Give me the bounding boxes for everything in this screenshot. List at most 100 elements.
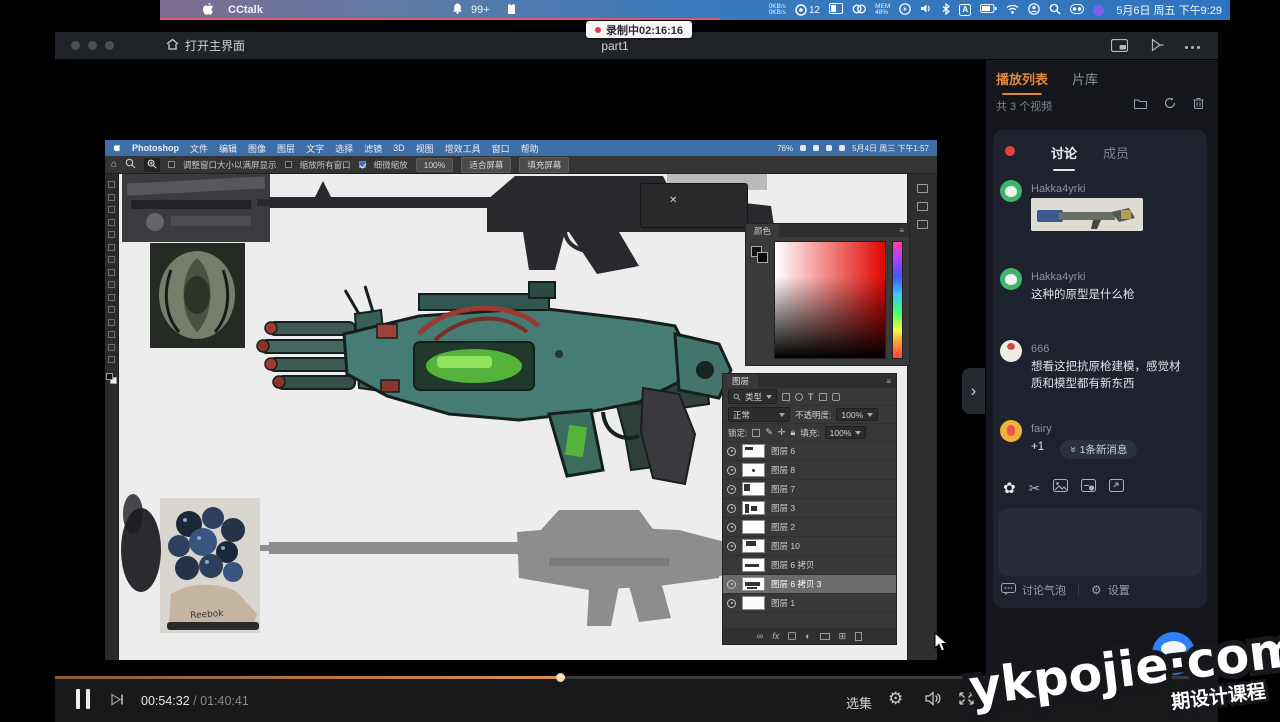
layer-row[interactable]: 图层 6 [723, 442, 896, 461]
control-center-icon[interactable] [1070, 4, 1084, 17]
menubar-datetime[interactable]: 5月6日 周五 下午9:29 [1116, 2, 1222, 18]
folder-icon[interactable] [1134, 96, 1147, 114]
new-message-badge[interactable]: » 1条新消息 [1060, 440, 1137, 459]
avatar[interactable] [1000, 268, 1022, 290]
filter-type-icon[interactable]: T [808, 392, 814, 402]
episodes-button[interactable]: 选集 [846, 693, 872, 712]
blend-mode-dropdown[interactable]: 正常 [728, 407, 790, 422]
swift-app-icon[interactable] [1093, 5, 1104, 16]
layer-row[interactable]: 图层 2 [723, 518, 896, 537]
layer-filter-dropdown[interactable]: 类型 [728, 389, 777, 404]
filter-smart-icon[interactable] [832, 393, 840, 401]
player-volume-icon[interactable] [925, 691, 942, 711]
video-title-tab[interactable]: part1 [560, 39, 670, 53]
pin-video-icon[interactable] [1149, 38, 1164, 57]
pause-button[interactable] [76, 689, 94, 709]
layer-thumbnail[interactable] [742, 558, 765, 572]
user-account-icon[interactable] [1028, 3, 1040, 18]
new-layer-icon[interactable]: ⊞ [839, 631, 847, 642]
chat-input[interactable] [999, 508, 1201, 576]
layer-thumbnail[interactable] [742, 444, 765, 458]
trash-icon[interactable] [1193, 96, 1204, 114]
image-upload-icon[interactable] [1053, 479, 1068, 497]
layer-row[interactable]: 图层 1 [723, 594, 896, 613]
filter-pixel-icon[interactable] [782, 393, 790, 401]
filter-adjustment-icon[interactable] [795, 393, 803, 401]
avatar[interactable] [1000, 340, 1022, 362]
chat-image-attachment[interactable] [1031, 198, 1143, 231]
visibility-eye-icon[interactable] [727, 599, 736, 608]
ps-color-swatches[interactable] [751, 246, 769, 264]
sticker-flower-icon[interactable]: ✿ [1003, 479, 1016, 497]
loop-refresh-icon[interactable] [1164, 96, 1176, 114]
player-settings-gear-icon[interactable]: ⚙ [888, 689, 903, 709]
play-circle-icon[interactable] [899, 3, 911, 18]
search-icon[interactable] [1049, 3, 1061, 18]
apple-logo-icon[interactable] [202, 2, 214, 19]
visibility-eye-icon[interactable] [727, 542, 736, 551]
bluetooth-icon[interactable] [942, 3, 950, 18]
tab-library[interactable]: 片库 [1072, 69, 1098, 88]
screenshot-avatar-icon[interactable] [1081, 479, 1096, 497]
battery-icon[interactable] [980, 4, 997, 16]
layer-row[interactable]: 图层 8 [723, 461, 896, 480]
layer-effects-icon[interactable]: fx [772, 631, 779, 641]
volume-icon[interactable] [920, 3, 933, 17]
layer-thumbnail[interactable] [742, 596, 765, 610]
visibility-eye-icon[interactable] [727, 523, 736, 532]
panel-menu-icon[interactable]: ≡ [899, 229, 904, 232]
settings-label[interactable]: 设置 [1108, 582, 1130, 598]
visibility-off[interactable] [727, 561, 736, 570]
bell-icon[interactable] [452, 2, 463, 18]
layer-thumbnail[interactable] [742, 463, 765, 477]
picture-in-picture-icon[interactable] [1111, 39, 1128, 57]
traffic-light-buttons[interactable] [71, 41, 114, 50]
layer-row[interactable]: 图层 10 [723, 537, 896, 556]
vest-app-icon[interactable] [506, 3, 517, 18]
ps-dock-icon[interactable] [917, 184, 928, 193]
visibility-eye-icon[interactable] [727, 504, 736, 513]
fill-value-dropdown[interactable]: 100% [825, 426, 867, 439]
tab-members[interactable]: 成员 [1103, 143, 1129, 162]
progress-handle[interactable] [556, 673, 565, 682]
link-layers-icon[interactable]: ∞ [757, 631, 763, 641]
visibility-eye-icon[interactable] [727, 580, 736, 589]
share-message-icon[interactable] [1109, 479, 1124, 497]
cpu-monitor-icon[interactable]: 12 [795, 4, 820, 16]
layer-mask-icon[interactable] [788, 632, 796, 640]
video-player-area[interactable]: Photoshop 文件 编辑 图像 图层 文字 选择 滤镜 3D 视图 增效工… [55, 60, 985, 676]
close-icon[interactable]: ✕ [669, 195, 677, 206]
hue-slider[interactable] [892, 241, 903, 359]
layer-thumbnail[interactable] [742, 539, 765, 553]
lock-move-icon[interactable]: ✛ [778, 427, 786, 438]
layer-group-icon[interactable] [820, 633, 830, 640]
ps-dock-icon[interactable] [917, 202, 928, 211]
wifi-icon[interactable] [1006, 4, 1019, 17]
adjustment-layer-icon[interactable]: ◐ [805, 631, 810, 641]
tab-discussion[interactable]: 讨论 [1051, 143, 1077, 162]
layer-thumbnail[interactable] [742, 501, 765, 515]
menubar-app-name[interactable]: CCtalk [228, 4, 263, 16]
visibility-eye-icon[interactable] [727, 466, 736, 475]
open-main-ui-button[interactable]: 打开主界面 [166, 37, 245, 54]
panel-menu-icon[interactable]: ≡ [886, 380, 891, 383]
more-options-icon[interactable] [1185, 41, 1200, 55]
layer-row[interactable]: 图层 6 拷贝 [723, 556, 896, 575]
tab-playlist[interactable]: 播放列表 [996, 69, 1048, 88]
input-method-icon[interactable]: A [959, 4, 971, 16]
lock-paint-icon[interactable]: ✎ [765, 427, 773, 438]
bubble-toggle-label[interactable]: 讨论气泡 [1022, 582, 1066, 598]
layer-thumbnail[interactable] [742, 482, 765, 496]
avatar[interactable] [1000, 420, 1022, 442]
layer-row-selected[interactable]: 图层 6 拷贝 3 [723, 575, 896, 594]
avatar[interactable] [1000, 180, 1022, 202]
visibility-eye-icon[interactable] [727, 447, 736, 456]
filter-shape-icon[interactable] [819, 393, 827, 401]
layer-row[interactable]: 图层 7 [723, 480, 896, 499]
lock-all-icon[interactable]: 🔒︎ [790, 427, 795, 438]
creative-cloud-icon[interactable] [852, 4, 866, 17]
visibility-eye-icon[interactable] [727, 485, 736, 494]
saturation-brightness-field[interactable] [774, 241, 886, 359]
ps-color-panel-tab[interactable]: 颜色 [746, 224, 779, 237]
layer-row[interactable]: 图层 3 [723, 499, 896, 518]
